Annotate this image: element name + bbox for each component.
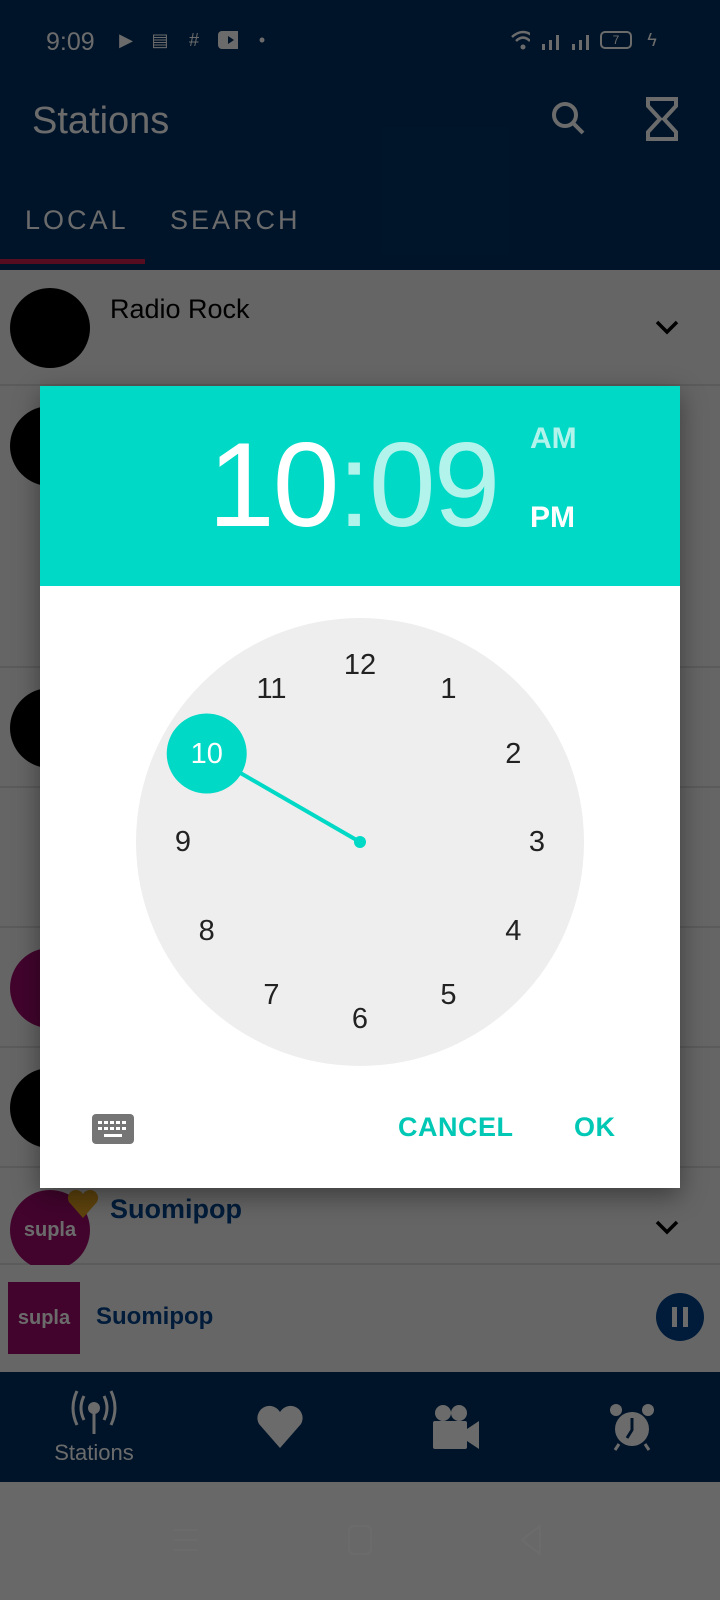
clock-number-1[interactable]: 1 (419, 669, 479, 709)
cancel-button[interactable]: CANCEL (398, 1112, 514, 1143)
clock-number-9[interactable]: 9 (153, 822, 213, 862)
clock-center-dot (354, 836, 366, 848)
clock-number-6[interactable]: 6 (330, 999, 390, 1039)
am-toggle[interactable]: AM (530, 422, 577, 456)
keyboard-mode-button[interactable] (92, 1114, 134, 1144)
clock-dial[interactable]: 12 1 2 3 4 5 6 7 8 9 10 11 (136, 618, 584, 1066)
time-display: 10 : 09 (208, 418, 500, 552)
clock-number-5[interactable]: 5 (419, 975, 479, 1015)
clock-number-8[interactable]: 8 (177, 911, 237, 951)
time-separator: : (337, 418, 370, 552)
pm-toggle[interactable]: PM (530, 501, 575, 535)
clock-number-10[interactable]: 10 (177, 734, 237, 774)
clock-number-11[interactable]: 11 (242, 669, 302, 709)
clock-number-12[interactable]: 12 (330, 645, 390, 685)
clock-number-4[interactable]: 4 (483, 911, 543, 951)
keyboard-icon (92, 1114, 134, 1144)
clock-number-2[interactable]: 2 (483, 734, 543, 774)
clock-number-3[interactable]: 3 (507, 822, 567, 862)
clock-number-7[interactable]: 7 (242, 975, 302, 1015)
minute-display[interactable]: 09 (369, 420, 500, 550)
time-picker-header: 10 : 09 AM PM (40, 386, 680, 586)
time-picker-dialog: 10 : 09 AM PM 12 1 2 3 4 5 6 7 8 9 10 11 CANCEL OK (40, 386, 680, 1188)
hour-display[interactable]: 10 (208, 420, 339, 550)
ok-button[interactable]: OK (574, 1112, 616, 1143)
